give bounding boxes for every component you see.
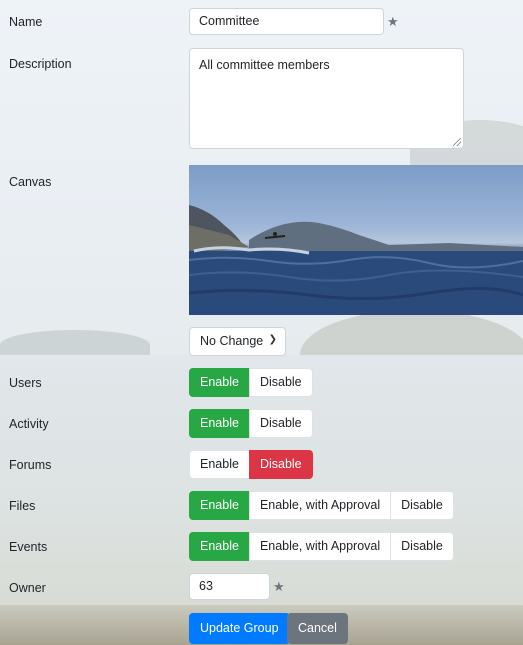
canvas-label: Canvas [9,175,52,189]
description-textarea[interactable]: All committee members [189,48,464,149]
forums-toggle-group: Enable Disable [189,450,313,479]
name-field[interactable]: Committee [189,8,384,35]
canvas-row: Canvas [0,165,523,315]
star-icon: ★ [387,14,399,29]
files-toggle-group: Enable Enable, with Approval Disable [189,491,454,520]
users-label: Users [9,376,42,390]
files-disable-button[interactable]: Disable [390,491,454,520]
canvas-image [189,165,523,315]
description-text: All committee members [199,58,330,72]
forums-label: Forums [9,458,52,472]
owner-label: Owner [9,581,46,595]
files-enable-with-approval-button[interactable]: Enable, with Approval [248,491,392,520]
events-label: Events [9,540,48,554]
description-row: Description All committee members [0,48,523,149]
events-enable-button[interactable]: Enable [189,532,250,561]
forums-enable-button[interactable]: Enable [189,450,250,479]
canvas-select[interactable]: No Change ❯ [189,327,286,356]
events-toggle-group: Enable Enable, with Approval Disable [189,532,454,561]
users-enable-button[interactable]: Enable [189,368,250,397]
update-group-button[interactable]: Update Group [189,613,290,644]
star-icon: ★ [273,579,285,594]
cancel-button[interactable]: Cancel [287,613,348,644]
activity-disable-button[interactable]: Disable [248,409,313,438]
activity-label: Activity [9,417,49,431]
canvas-select-row: No Change ❯ [0,327,523,356]
events-disable-button[interactable]: Disable [390,532,454,561]
files-enable-button[interactable]: Enable [189,491,250,520]
activity-toggle-group: Enable Disable [189,409,313,438]
description-label: Description [9,57,72,71]
name-label: Name [9,15,43,29]
resize-handle-icon[interactable] [453,138,461,146]
users-disable-button[interactable]: Disable [248,368,313,397]
forums-disable-button[interactable]: Disable [248,450,313,479]
canvas-select-value: No Change [200,334,264,348]
events-enable-with-approval-button[interactable]: Enable, with Approval [248,532,392,561]
owner-field[interactable]: 63 [189,573,270,600]
files-label: Files [9,499,36,513]
users-toggle-group: Enable Disable [189,368,313,397]
activity-enable-button[interactable]: Enable [189,409,250,438]
chevron-down-icon: ❯ [268,334,277,345]
